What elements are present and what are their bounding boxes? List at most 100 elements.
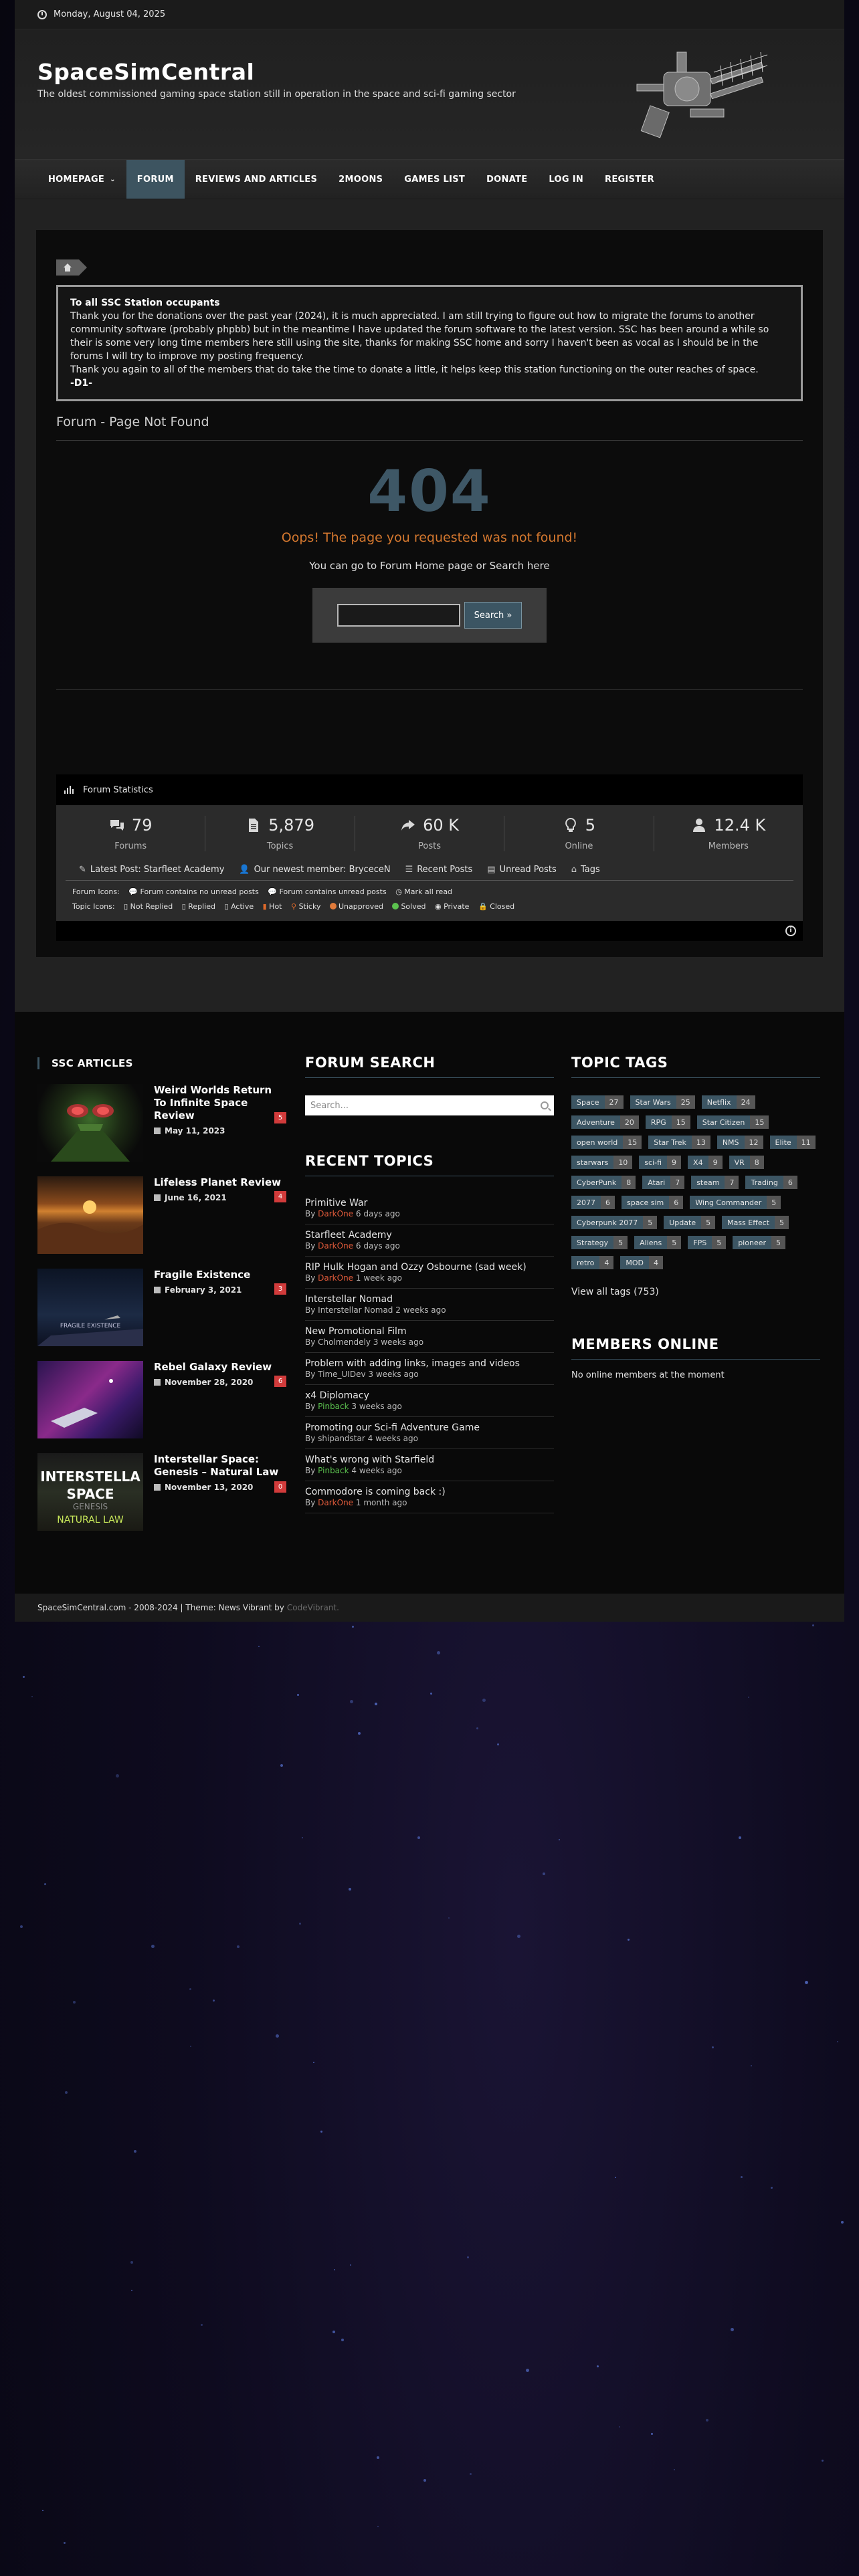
tag-name[interactable]: Star Citizen — [696, 1115, 751, 1129]
topic-tag[interactable]: starwars 10 — [571, 1156, 633, 1169]
recent-topic-item[interactable]: Starfleet Academy By DarkOne 6 days ago — [305, 1224, 554, 1257]
info-icon[interactable]: i — [785, 926, 796, 936]
article-item[interactable]: Lifeless Planet Review June 16, 2021 4 — [37, 1176, 286, 1254]
topic-tag[interactable]: Adventure 20 — [571, 1115, 639, 1129]
article-thumbnail[interactable]: FRAGILE EXISTENCE — [37, 1269, 143, 1346]
topic-tag[interactable]: RPG 15 — [645, 1115, 690, 1129]
recent-posts-link[interactable]: ☰ Recent Posts — [405, 865, 473, 875]
topic-author[interactable]: DarkOne — [318, 1209, 353, 1218]
theme-credit-link[interactable]: CodeVibrant. — [287, 1603, 339, 1612]
article-title[interactable]: Weird Worlds Return To Infinite Space Re… — [154, 1084, 286, 1122]
topic-author[interactable]: DarkOne — [318, 1273, 353, 1283]
topic-tag[interactable]: Update 5 — [664, 1216, 716, 1229]
topic-author[interactable]: Pinback — [318, 1466, 349, 1475]
tag-name[interactable]: Strategy — [571, 1236, 614, 1249]
recent-topic-item[interactable]: x4 Diplomacy By Pinback 3 weeks ago — [305, 1385, 554, 1417]
article-item[interactable]: Rebel Galaxy Review November 28, 2020 6 — [37, 1361, 286, 1438]
topic-tag[interactable]: Netflix 24 — [701, 1095, 755, 1109]
article-title[interactable]: Fragile Existence — [154, 1269, 286, 1281]
topic-title[interactable]: Promoting our Sci-fi Adventure Game — [305, 1422, 554, 1433]
topic-tag[interactable]: FPS 5 — [688, 1236, 727, 1249]
tag-name[interactable]: Adventure — [571, 1115, 620, 1129]
topic-tag[interactable]: Space 27 — [571, 1095, 624, 1109]
article-thumbnail[interactable] — [37, 1176, 143, 1254]
tag-name[interactable]: Netflix — [701, 1095, 737, 1109]
tag-name[interactable]: Trading — [745, 1176, 783, 1189]
tag-name[interactable]: RPG — [645, 1115, 672, 1129]
article-thumbnail[interactable]: INTERSTELLA SPACE GENESIS NATURAL LAW — [37, 1453, 143, 1531]
topic-tag[interactable]: Trading 6 — [745, 1176, 797, 1189]
tag-name[interactable]: CyberPunk — [571, 1176, 622, 1189]
nav-donate[interactable]: DONATE — [476, 160, 538, 199]
topic-tag[interactable]: Wing Commander 5 — [690, 1196, 781, 1209]
tag-name[interactable]: Wing Commander — [690, 1196, 767, 1209]
tag-name[interactable]: Aliens — [634, 1236, 668, 1249]
nav-log-in[interactable]: LOG IN — [538, 160, 594, 199]
search-button[interactable]: Search » — [464, 602, 522, 629]
tag-name[interactable]: Cyberpunk 2077 — [571, 1216, 644, 1229]
topic-tag[interactable]: Cyberpunk 2077 5 — [571, 1216, 658, 1229]
topic-tag[interactable]: NMS 12 — [717, 1136, 763, 1149]
topic-title[interactable]: New Promotional Film — [305, 1326, 554, 1337]
newest-member-link[interactable]: 👤 Our newest member: BryceceN — [239, 865, 390, 875]
tag-name[interactable]: Update — [664, 1216, 702, 1229]
search-icon[interactable] — [541, 1101, 549, 1109]
article-title[interactable]: Rebel Galaxy Review — [154, 1361, 286, 1374]
tag-name[interactable]: sci-fi — [639, 1156, 668, 1169]
topic-tag[interactable]: Star Wars 25 — [630, 1095, 695, 1109]
unread-posts-link[interactable]: ▤ Unread Posts — [487, 865, 556, 875]
tag-name[interactable]: VR — [729, 1156, 750, 1169]
tag-name[interactable]: 2077 — [571, 1196, 601, 1209]
topic-tag[interactable]: pioneer 5 — [733, 1236, 786, 1249]
recent-topic-item[interactable]: New Promotional Film By Cholmendely 3 wee… — [305, 1321, 554, 1353]
tag-name[interactable]: space sim — [622, 1196, 670, 1209]
tag-name[interactable]: Star Wars — [630, 1095, 676, 1109]
tag-name[interactable]: pioneer — [733, 1236, 772, 1249]
topic-tag[interactable]: space sim 6 — [622, 1196, 684, 1209]
topic-author[interactable]: shipandstar — [318, 1434, 365, 1443]
article-item[interactable]: Weird Worlds Return To Infinite Space Re… — [37, 1084, 286, 1162]
topic-title[interactable]: What's wrong with Starfield — [305, 1455, 554, 1465]
nav-register[interactable]: REGISTER — [594, 160, 665, 199]
topic-author[interactable]: Cholmendely — [318, 1337, 371, 1347]
topic-title[interactable]: Primitive War — [305, 1198, 554, 1208]
topic-author[interactable]: Interstellar Nomad — [318, 1305, 393, 1315]
topic-title[interactable]: Commodore is coming back :) — [305, 1487, 554, 1497]
topic-author[interactable]: Time_UIDev — [318, 1370, 365, 1379]
nav-games-list[interactable]: GAMES LIST — [393, 160, 476, 199]
tag-name[interactable]: FPS — [688, 1236, 712, 1249]
tags-link[interactable]: ⌂ Tags — [571, 865, 600, 875]
widget-search-input[interactable]: Search... — [305, 1095, 554, 1115]
article-thumbnail[interactable] — [37, 1084, 143, 1162]
nav-reviews-articles[interactable]: REVIEWS AND ARTICLES — [185, 160, 328, 199]
latest-post-link[interactable]: ✎ Latest Post: Starfleet Academy — [79, 865, 224, 875]
nav-2moons[interactable]: 2MOONS — [328, 160, 393, 199]
topic-tag[interactable]: 2077 6 — [571, 1196, 615, 1209]
nav-forum[interactable]: FORUM — [126, 160, 185, 199]
recent-topic-item[interactable]: Primitive War By DarkOne 6 days ago — [305, 1192, 554, 1224]
topic-tag[interactable]: Atari 7 — [642, 1176, 685, 1189]
article-title[interactable]: Interstellar Space: Genesis – Natural La… — [154, 1453, 286, 1479]
topic-author[interactable]: DarkOne — [318, 1241, 353, 1251]
topic-tag[interactable]: Aliens 5 — [634, 1236, 682, 1249]
topic-title[interactable]: Interstellar Nomad — [305, 1294, 554, 1305]
recent-topic-item[interactable]: What's wrong with Starfield By Pinback 4 … — [305, 1449, 554, 1481]
tag-name[interactable]: Space — [571, 1095, 605, 1109]
topic-tag[interactable]: sci-fi 9 — [639, 1156, 682, 1169]
topic-tag[interactable]: steam 7 — [691, 1176, 739, 1189]
topic-author[interactable]: DarkOne — [318, 1498, 353, 1507]
article-item[interactable]: FRAGILE EXISTENCE Fragile Existence Febr… — [37, 1269, 286, 1346]
topic-tag[interactable]: Strategy 5 — [571, 1236, 628, 1249]
topic-author[interactable]: Pinback — [318, 1402, 349, 1411]
article-item[interactable]: INTERSTELLA SPACE GENESIS NATURAL LAW In… — [37, 1453, 286, 1531]
tag-name[interactable]: MOD — [620, 1256, 649, 1269]
tag-name[interactable]: Mass Effect — [722, 1216, 775, 1229]
tag-name[interactable]: open world — [571, 1136, 624, 1149]
topic-tag[interactable]: Mass Effect 5 — [722, 1216, 789, 1229]
topic-tag[interactable]: open world 15 — [571, 1136, 642, 1149]
recent-topic-item[interactable]: Problem with adding links, images and vi… — [305, 1353, 554, 1385]
recent-topic-item[interactable]: RIP Hulk Hogan and Ozzy Osbourne (sad we… — [305, 1257, 554, 1289]
tag-name[interactable]: starwars — [571, 1156, 614, 1169]
topic-tag[interactable]: Elite 11 — [769, 1136, 816, 1149]
tag-name[interactable]: NMS — [717, 1136, 745, 1149]
